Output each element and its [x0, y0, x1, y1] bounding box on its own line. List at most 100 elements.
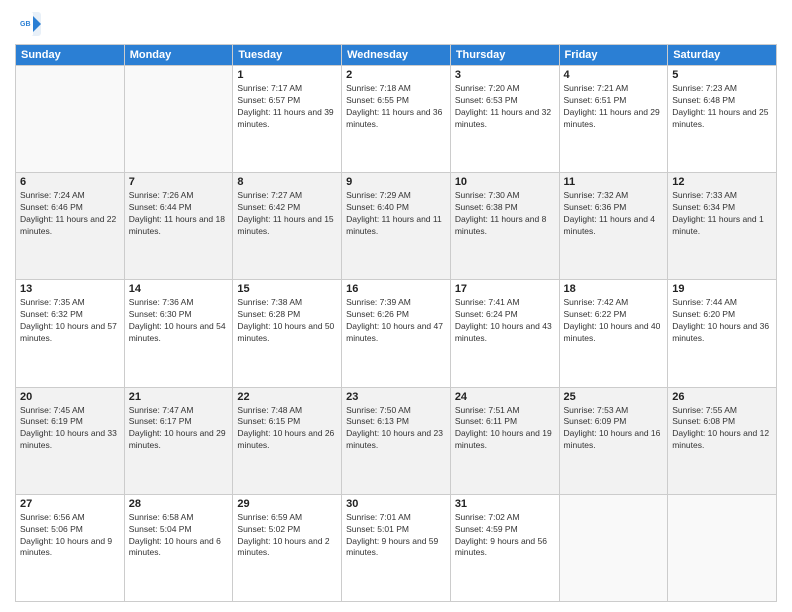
- day-info: Sunrise: 7:30 AMSunset: 6:38 PMDaylight:…: [455, 190, 555, 238]
- day-number: 19: [672, 283, 772, 295]
- table-row: [16, 66, 125, 173]
- table-row: 24Sunrise: 7:51 AMSunset: 6:11 PMDayligh…: [450, 387, 559, 494]
- sunset-text: Sunset: 6:42 PM: [237, 202, 300, 212]
- day-number: 6: [20, 176, 120, 188]
- sunset-text: Sunset: 6:36 PM: [564, 202, 627, 212]
- daylight-text: Daylight: 10 hours and 19 minutes.: [455, 428, 552, 450]
- table-row: 12Sunrise: 7:33 AMSunset: 6:34 PMDayligh…: [668, 173, 777, 280]
- sunset-text: Sunset: 6:46 PM: [20, 202, 83, 212]
- daylight-text: Daylight: 10 hours and 2 minutes.: [237, 536, 329, 558]
- sunset-text: Sunset: 6:20 PM: [672, 309, 735, 319]
- day-number: 21: [129, 391, 229, 403]
- header-monday: Monday: [124, 45, 233, 66]
- day-info: Sunrise: 7:23 AMSunset: 6:48 PMDaylight:…: [672, 83, 772, 131]
- header: GB: [15, 10, 777, 38]
- sunrise-text: Sunrise: 7:21 AM: [564, 83, 629, 93]
- daylight-text: Daylight: 11 hours and 18 minutes.: [129, 214, 225, 236]
- weekday-header-row: Sunday Monday Tuesday Wednesday Thursday…: [16, 45, 777, 66]
- daylight-text: Daylight: 11 hours and 29 minutes.: [564, 107, 660, 129]
- sunset-text: Sunset: 6:24 PM: [455, 309, 518, 319]
- daylight-text: Daylight: 11 hours and 22 minutes.: [20, 214, 116, 236]
- table-row: 14Sunrise: 7:36 AMSunset: 6:30 PMDayligh…: [124, 280, 233, 387]
- sunset-text: Sunset: 6:40 PM: [346, 202, 409, 212]
- day-number: 23: [346, 391, 446, 403]
- table-row: 8Sunrise: 7:27 AMSunset: 6:42 PMDaylight…: [233, 173, 342, 280]
- day-number: 26: [672, 391, 772, 403]
- sunset-text: Sunset: 6:34 PM: [672, 202, 735, 212]
- day-info: Sunrise: 7:01 AMSunset: 5:01 PMDaylight:…: [346, 512, 446, 560]
- day-info: Sunrise: 7:29 AMSunset: 6:40 PMDaylight:…: [346, 190, 446, 238]
- day-info: Sunrise: 7:45 AMSunset: 6:19 PMDaylight:…: [20, 405, 120, 453]
- table-row: 21 Sunrise: 7:47 AMSunset: 6:17 PMDayligh…: [124, 387, 233, 494]
- sunset-text: Sunset: 6:19 PM: [20, 416, 83, 426]
- sunrise-text: Sunrise: 7:23 AM: [672, 83, 737, 93]
- daylight-text: Daylight: 10 hours and 50 minutes.: [237, 321, 334, 343]
- sunset-text: Sunset: 6:26 PM: [346, 309, 409, 319]
- day-info: Sunrise: 7:50 AMSunset: 6:13 PM Daylight:…: [346, 405, 446, 453]
- table-row: 20 Sunrise: 7:45 AMSunset: 6:19 PMDayligh…: [16, 387, 125, 494]
- day-number: 15: [237, 283, 337, 295]
- day-info: Sunrise: 7:32 AMSunset: 6:36 PMDaylight:…: [564, 190, 664, 238]
- sunrise-text: Sunrise: 7:50 AM: [346, 405, 411, 415]
- table-row: 30Sunrise: 7:01 AMSunset: 5:01 PMDayligh…: [342, 494, 451, 601]
- sunrise-text: Sunrise: 7:02 AM: [455, 512, 520, 522]
- table-row: 31Sunrise: 7:02 AMSunset: 4:59 PMDayligh…: [450, 494, 559, 601]
- sunset-text: Sunset: 6:38 PM: [455, 202, 518, 212]
- sunrise-text: Sunrise: 7:29 AM: [346, 190, 411, 200]
- day-number: 27: [20, 498, 120, 510]
- sunset-text: Sunset: 6:13 PM: [346, 416, 409, 426]
- table-row: [668, 494, 777, 601]
- calendar-week-row: 6 Sunrise: 7:24 AMSunset: 6:46 PMDaylight…: [16, 173, 777, 280]
- sunrise-text: Sunrise: 7:35 AM: [20, 297, 85, 307]
- sunset-text: Sunset: 4:59 PM: [455, 524, 518, 534]
- day-number: 5: [672, 69, 772, 81]
- daylight-text: Daylight: 10 hours and 33 minutes.: [20, 428, 117, 450]
- day-info: Sunrise: 7:21 AM Sunset: 6:51 PM Daylight:…: [564, 83, 664, 131]
- sunset-text: Sunset: 6:51 PM: [564, 95, 627, 105]
- table-row: 28Sunrise: 6:58 AMSunset: 5:04 PMDayligh…: [124, 494, 233, 601]
- daylight-text: Daylight: 10 hours and 40 minutes.: [564, 321, 661, 343]
- day-info: Sunrise: 6:59 AMSunset: 5:02 PMDaylight:…: [237, 512, 337, 560]
- sunrise-text: Sunrise: 7:42 AM: [564, 297, 629, 307]
- calendar-week-row: 1Sunrise: 7:17 AMSunset: 6:57 PMDaylight…: [16, 66, 777, 173]
- daylight-text: Daylight: 11 hours and 39 minutes.: [237, 107, 333, 129]
- sunset-text: Sunset: 6:44 PM: [129, 202, 192, 212]
- header-thursday: Thursday: [450, 45, 559, 66]
- day-info: Sunrise: 7:02 AMSunset: 4:59 PMDaylight:…: [455, 512, 555, 560]
- sunrise-text: Sunrise: 7:32 AM: [564, 190, 629, 200]
- svg-text:GB: GB: [20, 21, 31, 28]
- day-number: 11: [564, 176, 664, 188]
- table-row: 6 Sunrise: 7:24 AMSunset: 6:46 PMDaylight…: [16, 173, 125, 280]
- day-number: 20: [20, 391, 120, 403]
- day-info: Sunrise: 7:48 AMSunset: 6:15 PMDaylight:…: [237, 405, 337, 453]
- daylight-text: Daylight: 10 hours and 57 minutes.: [20, 321, 117, 343]
- sunrise-text: Sunrise: 7:30 AM: [455, 190, 520, 200]
- daylight-text: Daylight: 11 hours and 15 minutes.: [237, 214, 333, 236]
- table-row: 10Sunrise: 7:30 AMSunset: 6:38 PMDayligh…: [450, 173, 559, 280]
- sunrise-text: Sunrise: 7:39 AM: [346, 297, 411, 307]
- table-row: 23 Sunrise: 7:50 AMSunset: 6:13 PM Dayligh…: [342, 387, 451, 494]
- day-number: 17: [455, 283, 555, 295]
- daylight-text: Daylight: 11 hours and 1 minute.: [672, 214, 764, 236]
- day-number: 4: [564, 69, 664, 81]
- day-info: Sunrise: 7:47 AMSunset: 6:17 PMDaylight:…: [129, 405, 229, 453]
- table-row: 3Sunrise: 7:20 AMSunset: 6:53 PMDaylight…: [450, 66, 559, 173]
- table-row: 5 Sunrise: 7:23 AMSunset: 6:48 PMDaylight…: [668, 66, 777, 173]
- sunrise-text: Sunrise: 7:41 AM: [455, 297, 520, 307]
- day-info: Sunrise: 7:17 AMSunset: 6:57 PMDaylight:…: [237, 83, 337, 131]
- sunset-text: Sunset: 5:06 PM: [20, 524, 83, 534]
- daylight-text: Daylight: 10 hours and 12 minutes.: [672, 428, 769, 450]
- daylight-text: Daylight: 10 hours and 23 minutes.: [346, 428, 443, 450]
- calendar-table: Sunday Monday Tuesday Wednesday Thursday…: [15, 44, 777, 602]
- day-info: Sunrise: 7:20 AMSunset: 6:53 PMDaylight:…: [455, 83, 555, 131]
- table-row: 17Sunrise: 7:41 AMSunset: 6:24 PMDayligh…: [450, 280, 559, 387]
- day-info: Sunrise: 7:36 AMSunset: 6:30 PMDaylight:…: [129, 297, 229, 345]
- sunrise-text: Sunrise: 7:38 AM: [237, 297, 302, 307]
- day-info: Sunrise: 7:27 AMSunset: 6:42 PMDaylight:…: [237, 190, 337, 238]
- day-info: Sunrise: 7:24 AMSunset: 6:46 PMDaylight:…: [20, 190, 120, 238]
- day-number: 18: [564, 283, 664, 295]
- table-row: 11Sunrise: 7:32 AMSunset: 6:36 PMDayligh…: [559, 173, 668, 280]
- day-number: 22: [237, 391, 337, 403]
- sunset-text: Sunset: 6:09 PM: [564, 416, 627, 426]
- day-number: 9: [346, 176, 446, 188]
